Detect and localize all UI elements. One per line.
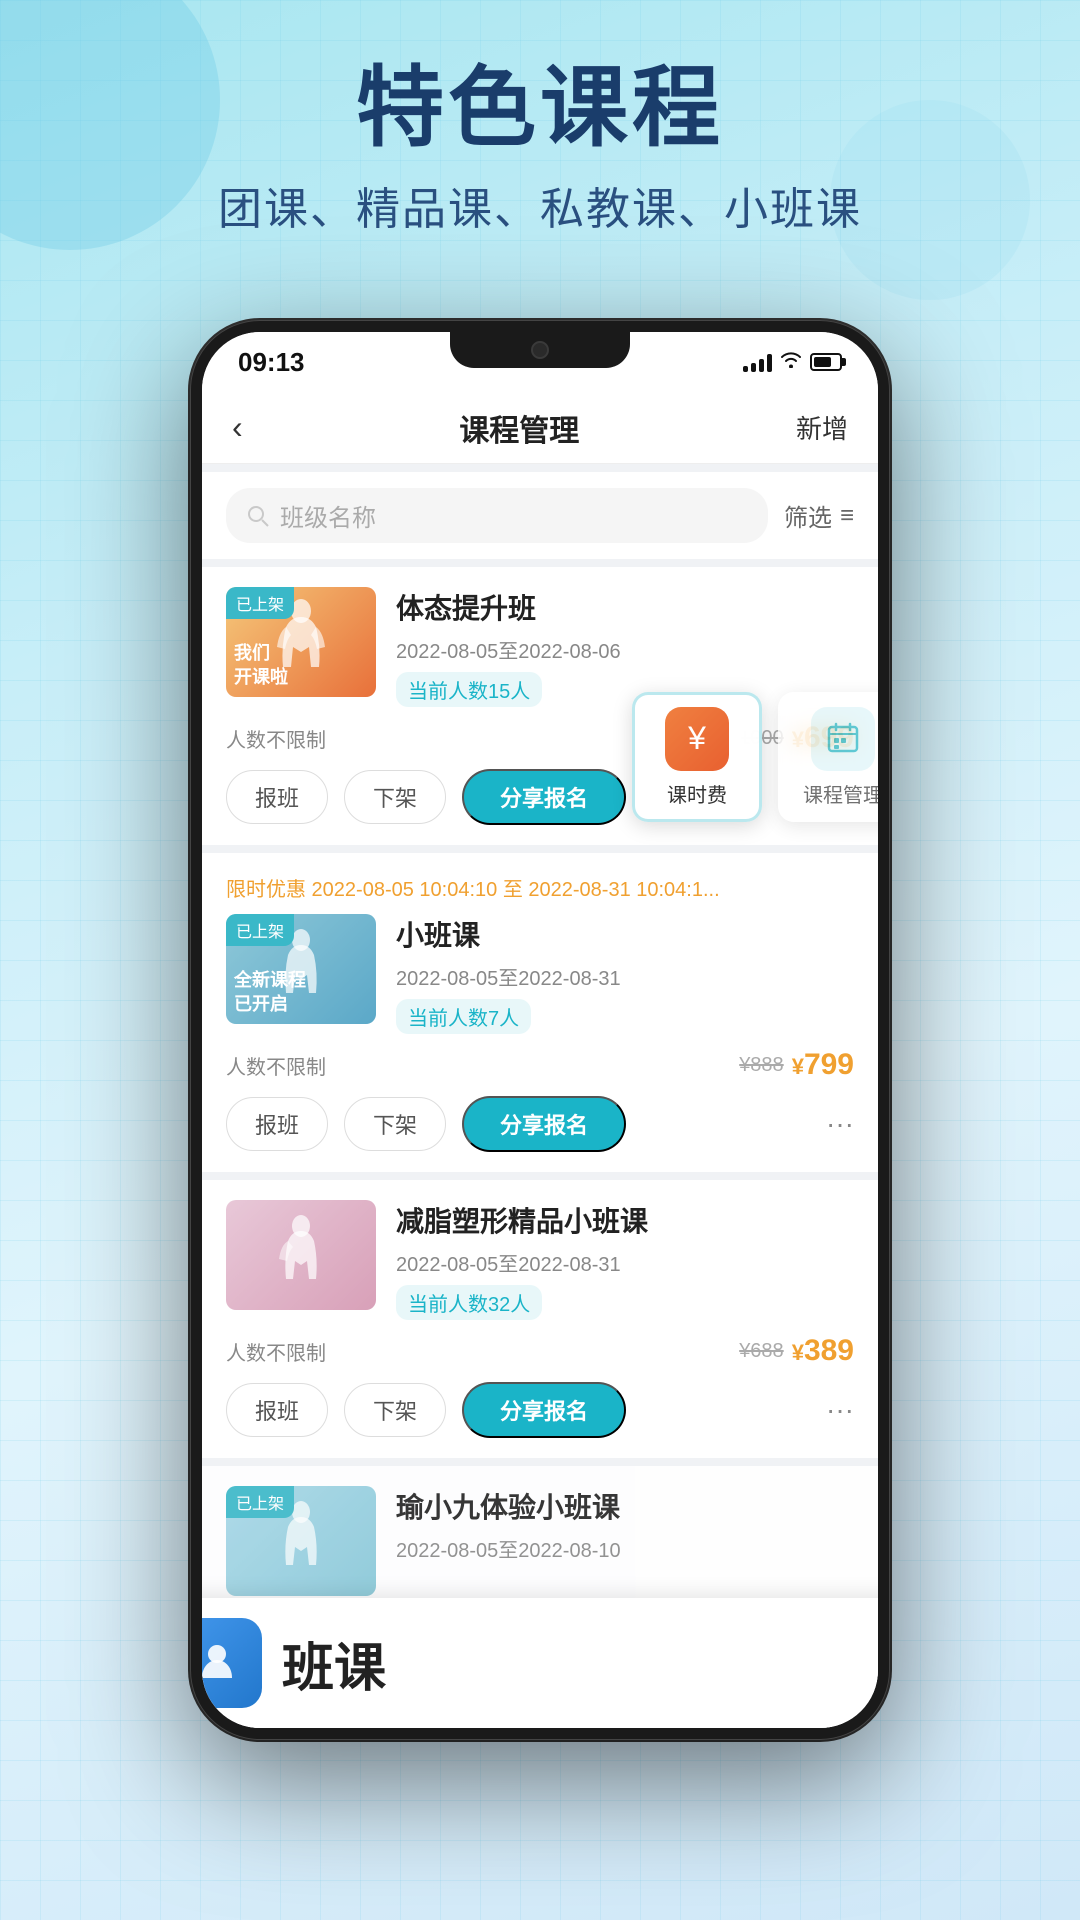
card-top-3: 减脂塑形精品小班课 2022-08-05至2022-08-31 当前人数32人 [226,1200,854,1320]
course-people-3: 当前人数32人 [396,1285,542,1320]
status-badge-2: 已上架 [226,914,294,946]
course-dates-3: 2022-08-05至2022-08-31 [396,1248,854,1277]
status-icons [743,350,842,374]
search-icon [246,504,270,528]
page-title: 课程管理 [459,406,579,450]
course-people-1: 当前人数15人 [396,672,542,707]
course-info-2: 小班课 2022-08-05至2022-08-31 当前人数7人 [396,914,854,1034]
course-name-3: 减脂塑形精品小班课 [396,1200,854,1240]
price-area-3: ¥688 ¥389 [739,1334,854,1368]
filter-label: 筛选 [784,498,832,533]
nav-bar: ‹ 课程管理 新增 [202,392,878,464]
more-button-3[interactable]: ··· [826,1394,854,1426]
course-card-4: 已上架 瑜小九体验小班课 2022-08-05至2022-08-10 [202,1466,878,1616]
course-person-3 [274,1213,329,1298]
share-button-1[interactable]: 分享报名 [462,769,626,825]
wifi-icon [780,350,802,374]
phone-notch [450,332,630,368]
card-actions-3: 报班 下架 分享报名 ··· [226,1382,854,1438]
offline-button-2[interactable]: 下架 [344,1097,446,1151]
course-mgmt-icon [811,707,875,771]
register-button-1[interactable]: 报班 [226,770,328,824]
share-button-3[interactable]: 分享报名 [462,1382,626,1438]
price-current-3: ¥389 [792,1334,854,1368]
hero-section: 特色课程 团课、精品课、私教课、小班课 [0,60,1080,237]
search-placeholder: 班级名称 [280,498,376,533]
status-badge-1: 已上架 [226,587,294,619]
course-info-1: 体态提升班 2022-08-05至2022-08-06 当前人数15人 [396,587,854,707]
popup-class-fee[interactable]: ¥ 课时费 [632,692,762,822]
price-current-2: ¥799 [792,1048,854,1082]
course-card-2: 限时优惠 2022-08-05 10:04:10 至 2022-08-31 10… [202,853,878,1172]
banjie-text: 班课 [282,1626,386,1701]
popup-overlay: ¥ 课时费 [632,692,878,822]
status-time: 09:13 [238,347,305,378]
phone-wrapper: 09:13 [190,320,890,1740]
promo-banner-2: 限时优惠 2022-08-05 10:04:10 至 2022-08-31 10… [226,873,854,902]
course-people-2: 当前人数7人 [396,999,531,1034]
course-dates-1: 2022-08-05至2022-08-06 [396,635,854,664]
course-card-3: 减脂塑形精品小班课 2022-08-05至2022-08-31 当前人数32人 … [202,1180,878,1458]
course-info-4: 瑜小九体验小班课 2022-08-05至2022-08-10 [396,1486,854,1571]
course-dates-4: 2022-08-05至2022-08-10 [396,1534,854,1563]
search-bar: 班级名称 筛选 ≡ [202,472,878,559]
back-button[interactable]: ‹ [232,409,243,446]
course-image-3 [226,1200,376,1310]
course-mgmt-label: 课程管理 [803,779,878,808]
share-button-2[interactable]: 分享报名 [462,1096,626,1152]
card-top-2: 已上架 全新课程已开启 小班课 2022-08-05至2022-08-31 当前… [226,914,854,1034]
card-actions-2: 报班 下架 分享报名 ··· [226,1096,854,1152]
course-image-4: 已上架 [226,1486,376,1596]
bottom-card: 班课 [202,1598,878,1728]
offline-button-1[interactable]: 下架 [344,770,446,824]
status-badge-4: 已上架 [226,1486,294,1518]
more-button-2[interactable]: ··· [826,1108,854,1140]
register-button-2[interactable]: 报班 [226,1097,328,1151]
price-original-3: ¥688 [739,1340,784,1363]
popup-course-mgmt[interactable]: 课程管理 [778,692,878,822]
card-top-1: 已上架 我们开课啦 体态提升班 2022-08-05至2022-08-06 当前… [226,587,854,707]
card-bottom-3: 人数不限制 ¥688 ¥389 [226,1334,854,1368]
search-input-wrap[interactable]: 班级名称 [226,488,768,543]
course-image-2: 已上架 全新课程已开启 [226,914,376,1024]
img-text-2: 全新课程已开启 [234,969,368,1016]
app-content: ‹ 课程管理 新增 班级名称 筛选 ≡ [202,392,878,1728]
class-fee-icon: ¥ [665,707,729,771]
class-fee-label: 课时费 [667,779,727,808]
img-text-1: 我们开课啦 [234,642,368,689]
price-original-2: ¥888 [739,1054,784,1077]
phone-frame: 09:13 [190,320,890,1740]
price-area-2: ¥888 ¥799 [739,1048,854,1082]
course-name-4: 瑜小九体验小班课 [396,1486,854,1526]
course-info-3: 减脂塑形精品小班课 2022-08-05至2022-08-31 当前人数32人 [396,1200,854,1320]
card-bottom-2: 人数不限制 ¥888 ¥799 [226,1048,854,1082]
capacity-3: 人数不限制 [226,1337,326,1366]
capacity-1: 人数不限制 [226,724,326,753]
hero-subtitle: 团课、精品课、私教课、小班课 [0,173,1080,237]
filter-icon: ≡ [840,502,854,530]
course-image-1: 已上架 我们开课啦 [226,587,376,697]
battery-icon [810,353,842,371]
filter-button[interactable]: 筛选 ≡ [784,498,854,533]
add-button[interactable]: 新增 [796,409,848,446]
banjie-icon [202,1618,262,1708]
register-button-3[interactable]: 报班 [226,1383,328,1437]
card-top-4: 已上架 瑜小九体验小班课 2022-08-05至2022-08-10 [226,1486,854,1596]
signal-bars-icon [743,352,772,372]
course-name-2: 小班课 [396,914,854,954]
offline-button-3[interactable]: 下架 [344,1383,446,1437]
phone-screen: 09:13 [202,332,878,1728]
capacity-2: 人数不限制 [226,1051,326,1080]
hero-title: 特色课程 [0,60,1080,157]
course-dates-2: 2022-08-05至2022-08-31 [396,962,854,991]
camera-dot [531,341,549,359]
course-name-1: 体态提升班 [396,587,854,627]
